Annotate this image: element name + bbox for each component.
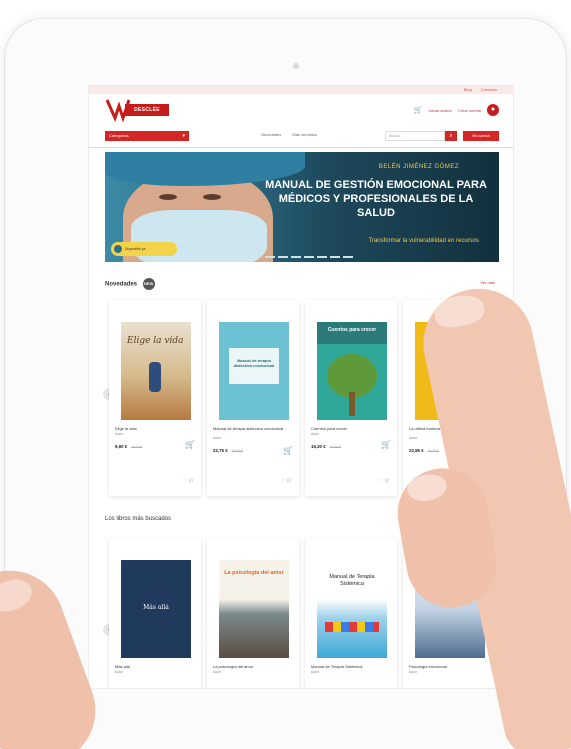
logo[interactable]: DESCLÉE bbox=[105, 96, 169, 122]
search-input[interactable]: Buscar... bbox=[385, 131, 445, 141]
book-card[interactable]: Más allá Más allá Autor bbox=[109, 538, 201, 688]
banner-subtitle: Transformar la vulnerabilidad en recurso… bbox=[368, 238, 480, 244]
book-author: Autor bbox=[115, 432, 124, 436]
book-title[interactable]: Más allá bbox=[115, 664, 197, 669]
book-title[interactable]: Elige la vida bbox=[115, 426, 197, 431]
top-link-contact[interactable]: Contacto bbox=[481, 87, 497, 92]
banner-title: MANUAL DE GESTIÓN EMOCIONAL PARA MÉDICOS… bbox=[265, 179, 487, 219]
section-title-new: Novedades NEW bbox=[105, 278, 155, 290]
wishlist-icon[interactable]: ♡ ⊡ bbox=[281, 478, 291, 484]
book-card[interactable]: La psicología del amor La psicología del… bbox=[207, 538, 299, 688]
banner-pagination[interactable] bbox=[265, 256, 353, 258]
book-price: 22,75 €25,00 € bbox=[213, 448, 243, 453]
book-price: 15,20 €16,00 € bbox=[311, 444, 341, 449]
section-title-searched: Los libros más buscados bbox=[105, 516, 172, 522]
book-author: Autor bbox=[213, 670, 222, 674]
book-card[interactable]: Manual de terapia dialéctica conductual … bbox=[207, 300, 299, 496]
wishlist-icon[interactable]: ♡ ⊡ bbox=[183, 478, 193, 484]
banner-author: BELÉN JIMÉNEZ GÓMEZ bbox=[378, 164, 459, 170]
book-author: Autor bbox=[409, 670, 418, 674]
book-cover[interactable]: Manual de Terapia Sistémica bbox=[317, 560, 387, 658]
divider bbox=[89, 147, 513, 148]
user-icon[interactable]: ● bbox=[487, 104, 499, 116]
chevron-down-icon: ▾ bbox=[182, 133, 185, 139]
book-cover[interactable]: Cuentos para crecer bbox=[317, 322, 387, 420]
book-card[interactable]: Elige la vida Elige la vida Autor 9,90 €… bbox=[109, 300, 201, 496]
wishlist-icon[interactable]: ♡ ⊡ bbox=[379, 478, 389, 484]
category-select[interactable]: Categorías ▾ bbox=[105, 131, 189, 141]
book-title[interactable]: La psicología del amor bbox=[213, 664, 295, 669]
top-link-blog[interactable]: Blog bbox=[464, 87, 472, 92]
login-link[interactable]: Iniciar sesión bbox=[429, 108, 452, 113]
top-bar: Blog Contacto bbox=[89, 86, 513, 94]
book-title[interactable]: Psicología emocional bbox=[409, 664, 491, 669]
book-cover[interactable]: Elige la vida bbox=[121, 322, 191, 420]
book-author: Autor bbox=[311, 670, 320, 674]
cart-icon[interactable]: 🛒 bbox=[414, 106, 423, 114]
add-to-cart-icon[interactable]: 🛒 bbox=[185, 440, 195, 449]
hero-banner[interactable]: Disponible ya BELÉN JIMÉNEZ GÓMEZ MANUAL… bbox=[105, 152, 499, 262]
search-icon[interactable]: ⌕ bbox=[445, 131, 457, 141]
cover-title: La psicología del amor bbox=[224, 570, 284, 576]
book-title[interactable]: Cuentos para crecer bbox=[311, 426, 393, 431]
nav-link-bestsellers[interactable]: Más vendidos bbox=[292, 132, 317, 137]
register-link[interactable]: Crear cuenta bbox=[458, 108, 481, 113]
book-card[interactable]: Cuentos para crecer Cuentos para crecer … bbox=[305, 300, 397, 496]
cover-title: Más allá bbox=[143, 604, 169, 611]
add-to-cart-icon[interactable]: 🛒 bbox=[381, 440, 391, 449]
book-price: 22,95 €24,20 € bbox=[409, 448, 439, 453]
account-button[interactable]: Mi cuenta bbox=[463, 131, 499, 141]
section-link-new[interactable]: Ver más bbox=[480, 280, 495, 285]
book-cover[interactable]: Más allá bbox=[121, 560, 191, 658]
header-actions: 🛒 Iniciar sesión Crear cuenta ● bbox=[414, 104, 499, 116]
navbar: Categorías ▾ Novedades Más vendidos Busc… bbox=[105, 131, 499, 143]
cover-title: Manual de Terapia Sistémica bbox=[329, 574, 375, 587]
cover-figure bbox=[149, 362, 161, 392]
add-to-cart-icon[interactable]: 🛒 bbox=[283, 446, 293, 455]
book-author: Autor bbox=[115, 670, 124, 674]
cover-title: Manual de terapia dialéctica conductual bbox=[233, 358, 275, 368]
book-card[interactable]: Manual de Terapia Sistémica Manual de Te… bbox=[305, 538, 397, 688]
book-price: 9,90 €11,00 € bbox=[115, 444, 143, 449]
cover-title: Elige la vida bbox=[127, 336, 184, 346]
category-select-label: Categorías bbox=[109, 133, 129, 138]
book-title[interactable]: Manual de Terapia Sistémica bbox=[311, 664, 393, 669]
book-cover[interactable]: La psicología del amor bbox=[219, 560, 289, 658]
play-icon bbox=[114, 245, 122, 253]
section-badge: NEW bbox=[142, 278, 155, 290]
book-title[interactable]: Manual de terapia dialéctica conductual bbox=[213, 426, 295, 431]
book-cover[interactable]: Manual de terapia dialéctica conductual bbox=[219, 322, 289, 420]
banner-badge-label: Disponible ya bbox=[125, 247, 146, 251]
nav-link-new[interactable]: Novedades bbox=[261, 132, 281, 137]
book-author: Autor bbox=[311, 432, 320, 436]
cover-title: Cuentos para crecer bbox=[327, 327, 377, 333]
banner-badge[interactable]: Disponible ya bbox=[111, 242, 177, 256]
camera bbox=[293, 63, 299, 69]
book-author: Autor bbox=[213, 436, 222, 440]
logo-text: DESCLÉE bbox=[125, 104, 169, 116]
